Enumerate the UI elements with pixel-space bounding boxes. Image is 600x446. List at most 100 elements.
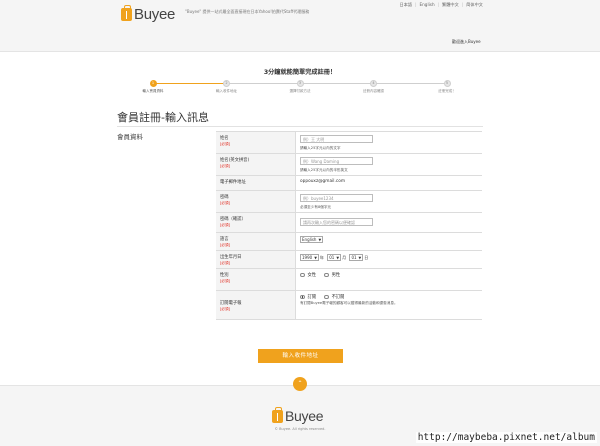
site-header: Buyee "Buyee" 提供一站式最全面直接現在日本Yahoo!拍賣代Sta… — [0, 0, 600, 52]
chevron-down-icon: ▼ — [358, 256, 362, 260]
required-badge: [必須] — [220, 142, 230, 146]
form-row-name: 姓名 [必須] 例）王 大明 請輸入25字元以內的文字 — [216, 132, 482, 154]
tagline: "Buyee" 提供一站式最全面直接現在日本Yahoo!拍賣代Staff代理服務 — [185, 9, 310, 14]
password-cell: 例）buyee1234 必須至少有8個字元 — [296, 191, 482, 212]
name-input[interactable]: 例）王 大明 — [300, 135, 373, 143]
form-row-email: 電子郵件地址 oppouxz@gmail.com — [216, 176, 482, 191]
shopping-bag-icon — [272, 406, 283, 423]
newsletter-unsubscribe-option[interactable]: 不訂閱 — [324, 294, 344, 300]
step-1-dot: 1 — [149, 80, 157, 87]
step-3: 3 選擇付款方法 — [270, 80, 330, 94]
form-row-password-confirm: 密碼（確認） [必須] 請再次輸入您的密碼以便確認 — [216, 213, 482, 233]
password-label-text: 密碼 — [220, 195, 229, 200]
step-3-label: 選擇付款方法 — [289, 89, 311, 93]
enter-shipping-address-button[interactable]: 輸入收件地址 — [258, 349, 343, 363]
birthday-day-select[interactable]: 01 ▼ — [349, 254, 364, 261]
newsletter-label-text: 訂閱電子報 — [220, 301, 242, 306]
gender-male-option[interactable]: 男性 — [324, 272, 340, 278]
radio-icon — [300, 272, 305, 278]
name-en-hint: 請輸入25字元以內的半形英文 — [300, 168, 348, 172]
language-select-value: English — [302, 237, 317, 242]
birthday-year-select[interactable]: 1990 ▼ — [300, 254, 319, 261]
year-unit: 年 — [319, 255, 324, 260]
password-confirm-input[interactable]: 請再次輸入您的密碼以便確認 — [300, 218, 373, 226]
step-2-dot: 2 — [223, 80, 230, 87]
lang-separator: | — [437, 2, 440, 7]
form-row-password: 密碼 [必須] 例）buyee1234 必須至少有8個字元 — [216, 191, 482, 213]
language-cell: English ▼ — [296, 233, 482, 250]
newsletter-subscribe-option[interactable]: 訂閱 — [300, 294, 316, 300]
step-5-label: 註冊完成！ — [438, 89, 456, 93]
gender-female-label: 女性 — [307, 273, 317, 278]
email-value: oppouxz@gmail.com — [300, 179, 346, 184]
step-2: 2 輸入收件地址 — [197, 80, 257, 94]
gender-label-text: 性別 — [220, 273, 229, 278]
form-row-name-en: 姓名(英文拼音) [必須] 例）Wang Daming 請輸入25字元以內的半形英… — [216, 154, 482, 176]
step-2-label: 輸入收件地址 — [216, 89, 237, 93]
step-1: 1 輸入會員資料 — [123, 80, 183, 94]
lang-simplified-chinese[interactable]: 简体中文 — [466, 2, 483, 8]
name-en-cell: 例）Wang Daming 請輸入25字元以內的半形英文 — [296, 154, 482, 175]
buyee-logo[interactable]: Buyee — [121, 5, 176, 23]
chevron-down-icon: ▼ — [314, 256, 317, 260]
welcome-link[interactable]: 歡迎進入Buyee — [452, 39, 481, 45]
footer-logo-text: Buyee — [285, 408, 324, 424]
birthday-day-value: 01 — [351, 255, 357, 260]
required-badge: [必須] — [220, 279, 230, 283]
password-confirm-label-text: 密碼（確認） — [220, 217, 246, 222]
birthday-year-value: 1990 — [302, 255, 313, 260]
lang-english[interactable]: English — [420, 2, 435, 8]
birthday-label-text: 出生年月日 — [220, 255, 242, 260]
back-to-top-button[interactable]: ⌃ — [293, 377, 307, 391]
name-en-input[interactable]: 例）Wang Daming — [300, 157, 373, 165]
gender-female-option[interactable]: 女性 — [300, 272, 316, 278]
step-5-dot: 5 — [443, 80, 451, 87]
password-input[interactable]: 例）buyee1234 — [300, 194, 373, 202]
newsletter-radio-group: 訂閱 不訂閱 — [300, 294, 478, 300]
birthday-month-value: 01 — [329, 255, 335, 260]
chevron-down-icon: ▼ — [318, 238, 322, 242]
language-label: 語言 [必須] — [216, 233, 296, 250]
page-title: 會員註冊-輸入訊息 — [117, 111, 209, 124]
day-unit: 日 — [364, 255, 369, 260]
form-row-language: 語言 [必須] English ▼ — [216, 233, 482, 251]
name-en-label-text: 姓名(英文拼音) — [220, 158, 250, 163]
step-5: 5 註冊完成！ — [417, 80, 477, 94]
form-row-newsletter: 訂閱電子報 [必須] 訂閱 不訂閱 有訂閱Buyee電子報的顧客可以獲得最新的活動… — [216, 291, 482, 320]
footer-logo[interactable]: Buyee — [272, 406, 324, 424]
birthday-month-select[interactable]: 01 ▼ — [327, 254, 342, 261]
step-1-label: 輸入會員資料 — [142, 89, 164, 93]
birthday-cell: 1990 ▼ 年 01 ▼ 月 01 ▼ 日 — [296, 251, 482, 268]
newsletter-label: 訂閱電子報 [必須] — [216, 291, 296, 319]
form-row-gender: 性別 [必須] 女性 男性 — [216, 269, 482, 291]
shopping-bag-icon — [121, 5, 132, 21]
chevron-up-icon: ⌃ — [297, 380, 303, 387]
title-divider — [117, 126, 483, 127]
gender-male-label: 男性 — [331, 273, 341, 278]
logo-text: Buyee — [134, 6, 176, 23]
progress-steps: 1 輸入會員資料 2 輸入收件地址 3 選擇付款方法 4 註冊內容確認 5 註冊… — [143, 80, 456, 94]
password-confirm-label: 密碼（確認） [必須] — [216, 213, 296, 232]
radio-icon — [324, 294, 329, 300]
required-badge: [必須] — [220, 243, 230, 247]
step-4: 4 註冊內容確認 — [344, 80, 404, 94]
language-label-text: 語言 — [220, 237, 229, 242]
lang-traditional-chinese[interactable]: 繁體中文 — [442, 2, 459, 8]
lang-japanese[interactable]: 日本語 — [400, 2, 413, 8]
required-badge: [必須] — [220, 164, 230, 168]
newsletter-hint: 有訂閱Buyee電子報的顧客可以獲得最新的活動和優惠消息。 — [300, 301, 398, 305]
form-row-birthday: 出生年月日 [必須] 1990 ▼ 年 01 ▼ 月 01 ▼ 日 — [216, 251, 482, 269]
lang-separator: | — [415, 2, 417, 7]
gender-cell: 女性 男性 — [296, 269, 482, 290]
name-label-text: 姓名 — [220, 136, 229, 141]
progress-title: 3分鐘就能簡單完成註冊！ — [263, 69, 337, 76]
name-en-label: 姓名(英文拼音) [必須] — [216, 154, 296, 175]
registration-form: 姓名 [必須] 例）王 大明 請輸入25字元以內的文字 姓名(英文拼音) [必須] … — [216, 131, 482, 320]
password-hint: 必須至少有8個字元 — [300, 205, 332, 209]
newsletter-subscribe-label: 訂閱 — [307, 295, 317, 300]
language-switcher: 日本語 | English | 繁體中文 | 简体中文 — [400, 2, 484, 8]
step-4-label: 註冊內容確認 — [363, 89, 384, 93]
language-select[interactable]: English ▼ — [300, 236, 324, 243]
name-cell: 例）王 大明 請輸入25字元以內的文字 — [296, 132, 482, 153]
radio-icon — [324, 272, 329, 278]
